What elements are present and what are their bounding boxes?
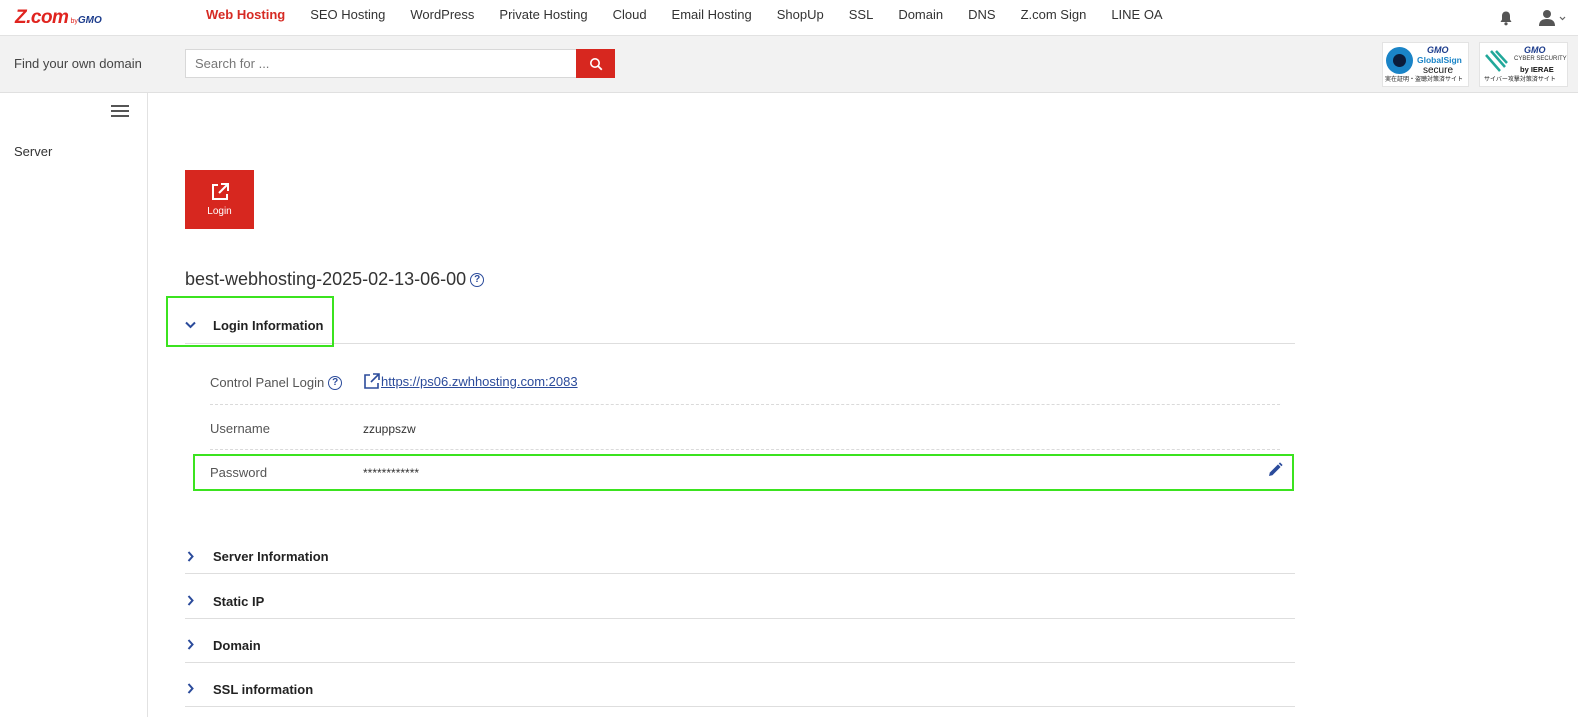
sidebar-item-server[interactable]: Server [14, 144, 52, 159]
logo-by: by [70, 18, 78, 25]
highlight-login-information [166, 296, 334, 347]
search-icon [589, 57, 602, 70]
section-title: Domain [213, 638, 261, 653]
external-link-icon [211, 183, 229, 200]
section-title: Server Information [213, 549, 329, 564]
control-panel-link-wrap[interactable]: https://ps06.zwhhosting.com:2083 [363, 372, 578, 390]
nav-shopup[interactable]: ShopUp [777, 8, 824, 22]
chevron-right-icon [187, 683, 194, 694]
zcom-logo[interactable]: Z.com by GMO [15, 7, 102, 27]
nav-line-oa[interactable]: LINE OA [1111, 8, 1162, 22]
seal-caption: 実在証明・盗聴対策済サイト [1385, 77, 1464, 83]
section-server-information[interactable]: Server Information [185, 538, 1295, 574]
page-title: best-webhosting-2025-02-13-06-00 ? [185, 269, 485, 290]
username-value: zzuppszw [363, 422, 416, 436]
sidebar: Server [0, 93, 148, 717]
row-username: Username zzuppszw [210, 420, 1280, 440]
control-panel-label-wrap: Control Panel Login ? [210, 375, 343, 390]
hamburger-menu-icon[interactable] [111, 105, 129, 118]
bell-icon[interactable] [1498, 10, 1514, 26]
control-panel-label: Control Panel Login [210, 375, 325, 390]
login-button-label: Login [207, 206, 232, 217]
help-icon[interactable]: ? [328, 375, 343, 390]
seal-by-ierae-text: by IERAE [1520, 65, 1554, 74]
nav-domain[interactable]: Domain [898, 8, 943, 22]
external-link-icon [364, 373, 380, 389]
chevron-right-icon [187, 639, 194, 650]
section-domain[interactable]: Domain [185, 627, 1295, 663]
ierae-cyber-security-seal[interactable]: GMO CYBER SECURITY by IERAE サイバー攻撃対策済サイト [1479, 42, 1568, 87]
seal-gmo-text-2: GMO [1524, 45, 1546, 55]
seal-gmo-text: GMO [1427, 45, 1449, 55]
nav-seo-hosting[interactable]: SEO Hosting [310, 8, 385, 22]
globalsign-secure-seal[interactable]: GMO GlobalSign secure 実在証明・盗聴対策済サイト [1382, 42, 1469, 87]
row-control-panel-login: Control Panel Login ? https://ps06.zwhho… [210, 372, 1280, 394]
nav-wordpress[interactable]: WordPress [410, 8, 474, 22]
nav-ssl[interactable]: SSL [849, 8, 874, 22]
control-panel-url-link[interactable]: https://ps06.zwhhosting.com:2083 [381, 374, 578, 389]
highlight-password-row [193, 454, 1294, 491]
globalsign-eye-icon [1386, 47, 1413, 74]
nav-email-hosting[interactable]: Email Hosting [672, 8, 752, 22]
find-domain-label: Find your own domain [14, 56, 142, 71]
row-divider [210, 404, 1280, 405]
seal-globalsign-text: GlobalSign [1417, 55, 1462, 65]
nav-cloud[interactable]: Cloud [613, 8, 647, 22]
top-navigation: Z.com by GMO Web Hosting SEO Hosting Wor… [0, 0, 1578, 36]
nav-dns[interactable]: DNS [968, 8, 995, 22]
logo-gmo: GMO [77, 15, 102, 26]
section-static-ip[interactable]: Static IP [185, 583, 1295, 619]
ierae-stripes-icon [1485, 50, 1508, 72]
help-icon[interactable]: ? [470, 272, 485, 287]
search-button[interactable] [576, 49, 615, 78]
main-menu: Web Hosting SEO Hosting WordPress Privat… [206, 8, 1188, 22]
section-ssl-information[interactable]: SSL information [185, 671, 1295, 707]
login-button[interactable]: Login [185, 170, 254, 229]
nav-private-hosting[interactable]: Private Hosting [499, 8, 587, 22]
nav-zcom-sign[interactable]: Z.com Sign [1021, 8, 1087, 22]
section-login-information[interactable]: Login Information [185, 305, 1295, 344]
chevron-right-icon [187, 551, 194, 562]
server-name: best-webhosting-2025-02-13-06-00 [185, 269, 467, 289]
section-title: SSL information [213, 682, 314, 697]
chevron-right-icon [187, 595, 194, 606]
username-label: Username [210, 421, 270, 436]
row-divider [210, 449, 1280, 450]
user-menu-icon[interactable] [1538, 9, 1566, 27]
section-title: Static IP [213, 594, 265, 609]
seal-cyber-security-text: CYBER SECURITY [1514, 56, 1567, 62]
domain-search-bar: Find your own domain GMO GlobalSign secu… [0, 36, 1578, 93]
logo-main: Z.com [15, 7, 69, 28]
nav-web-hosting[interactable]: Web Hosting [206, 8, 285, 22]
seal-caption-2: サイバー攻撃対策済サイト [1484, 77, 1556, 83]
domain-search-input[interactable] [185, 49, 577, 78]
